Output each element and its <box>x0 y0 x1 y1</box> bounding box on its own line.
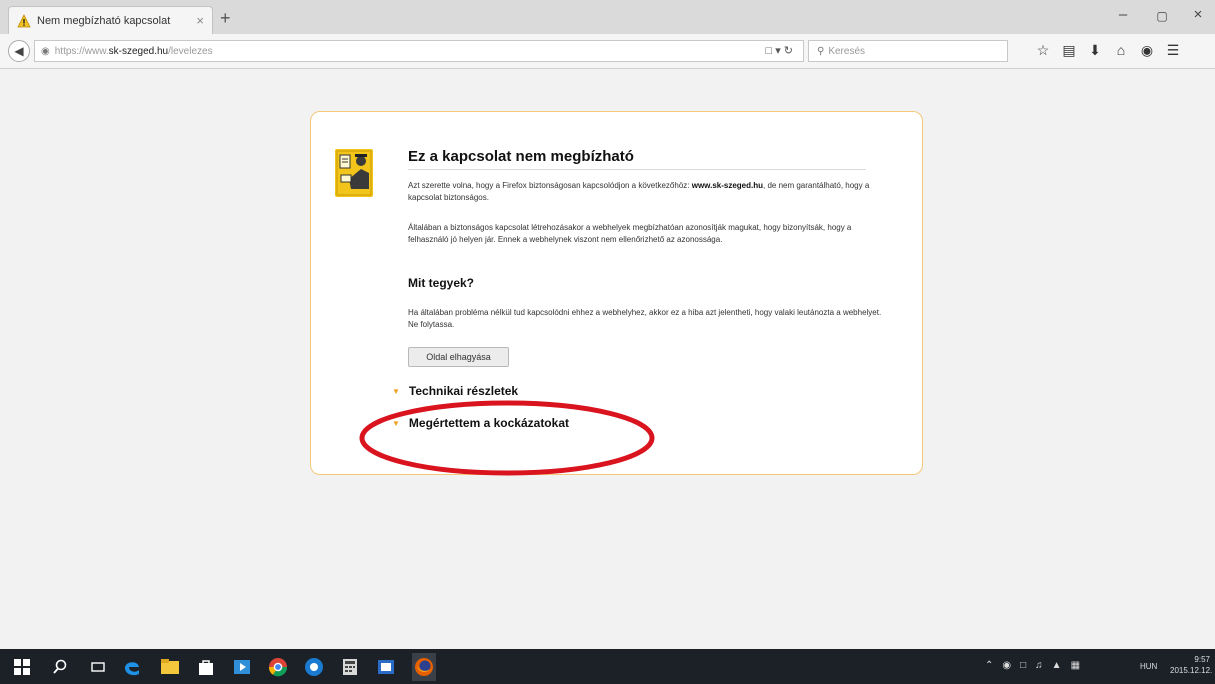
volume-icon[interactable]: ♫ <box>1035 660 1043 671</box>
site-identity-icon[interactable]: ◉ <box>41 46 50 57</box>
description-text-start: Azt szerette volna, hogy a Firefox bizto… <box>408 181 692 190</box>
what-to-do-heading: Mit tegyek? <box>408 276 475 290</box>
new-tab-button[interactable]: + <box>220 8 231 29</box>
chrome-icon[interactable] <box>268 657 288 677</box>
title-bar: Nem megbízható kapcsolat × + – ▢ × <box>0 0 1215 34</box>
understand-risks-expander[interactable]: ▼ Megértettem a kockázatokat <box>392 416 569 430</box>
download-icon[interactable]: ⬇ <box>1082 42 1108 59</box>
search-icon[interactable] <box>50 657 70 677</box>
store-icon[interactable] <box>196 657 216 677</box>
system-clock[interactable]: 9:57 2015.12.12. <box>1170 654 1213 676</box>
media-icon[interactable] <box>232 657 252 677</box>
bullet-icon: ▼ <box>392 419 400 429</box>
language-indicator[interactable]: HUN <box>1140 662 1157 671</box>
photos-icon[interactable] <box>376 657 396 677</box>
url-prefix: https://www. <box>54 45 109 57</box>
page-title: Ez a kapcsolat nem megbízható <box>408 148 866 170</box>
keyboard-icon[interactable]: ▦ <box>1071 660 1080 671</box>
menu-icon[interactable]: ☰ <box>1160 42 1186 59</box>
clock-date: 2015.12.12. <box>1170 666 1213 675</box>
tab-close-icon[interactable]: × <box>196 13 204 28</box>
windows-start-icon[interactable] <box>12 657 32 677</box>
leave-page-button[interactable]: Oldal elhagyása <box>408 347 509 367</box>
description-host: www.sk-szeged.hu <box>691 181 763 190</box>
clipboard-icon[interactable]: ▤ <box>1056 42 1082 59</box>
chat-icon[interactable]: ◉ <box>1134 42 1160 59</box>
url-host: sk-szeged.hu <box>108 45 169 57</box>
calculator-icon[interactable] <box>340 657 360 677</box>
edge-icon[interactable] <box>122 657 142 677</box>
star-icon[interactable]: ☆ <box>1030 42 1056 59</box>
identity-explanation: Általában a biztonságos kapcsolat létreh… <box>408 223 852 244</box>
clock-time: 9:57 <box>1194 655 1210 664</box>
what-to-do-text: Ha általában probléma nélkül tud kapcsol… <box>408 308 882 329</box>
tab-title: Nem megbízható kapcsolat <box>37 14 171 27</box>
browser-tab[interactable]: Nem megbízható kapcsolat × <box>8 6 213 34</box>
error-description: Azt szerette volna, hogy a Firefox bizto… <box>408 180 883 204</box>
windows-taskbar: ⌃ ◉ □ ♫ ▲ ▦ HUN 9:57 2015.12.12. <box>0 649 1215 684</box>
url-bar[interactable]: ◉ https://www. sk-szeged.hu/levelezes □ ▾… <box>34 40 804 62</box>
url-path: /levelezes <box>168 45 213 57</box>
minimize-icon[interactable]: – <box>1113 6 1133 23</box>
system-tray: ⌃ ◉ □ ♫ ▲ ▦ <box>985 660 1080 671</box>
navigation-bar: ◀ ◉ https://www. sk-szeged.hu/levelezes □… <box>0 34 1215 69</box>
task-view-icon[interactable] <box>88 657 108 677</box>
search-input[interactable]: ⚲ Keresés <box>808 40 1008 62</box>
search-placeholder: Keresés <box>828 45 866 57</box>
reload-icon[interactable]: □ ▾ ↻ <box>766 44 794 57</box>
search-icon: ⚲ <box>817 45 825 57</box>
network-app-icon[interactable]: ◉ <box>1002 660 1011 671</box>
app-icon[interactable] <box>304 657 324 677</box>
back-button[interactable]: ◀ <box>8 40 30 62</box>
drive-icon[interactable]: ▲ <box>1052 660 1062 671</box>
message-icon[interactable]: □ <box>1020 660 1026 671</box>
file-explorer-icon[interactable] <box>160 657 180 677</box>
certificate-officer-icon <box>335 149 373 197</box>
warning-icon <box>17 13 31 27</box>
firefox-icon[interactable] <box>412 653 436 681</box>
bullet-icon: ▼ <box>392 387 400 397</box>
technical-details-label: Technikai részletek <box>408 384 519 398</box>
understand-risks-label: Megértettem a kockázatokat <box>408 416 569 430</box>
back-arrow-icon: ◀ <box>14 44 24 58</box>
home-icon[interactable]: ⌂ <box>1108 42 1134 59</box>
toolbar-icons: ☆ ▤ ⬇ ⌂ ◉ ☰ <box>1030 42 1186 59</box>
window-close-icon[interactable]: × <box>1188 6 1208 23</box>
maximize-icon[interactable]: ▢ <box>1152 9 1172 23</box>
technical-details-expander[interactable]: ▼ Technikai részletek <box>392 384 518 398</box>
chevron-up-icon[interactable]: ⌃ <box>985 660 993 671</box>
